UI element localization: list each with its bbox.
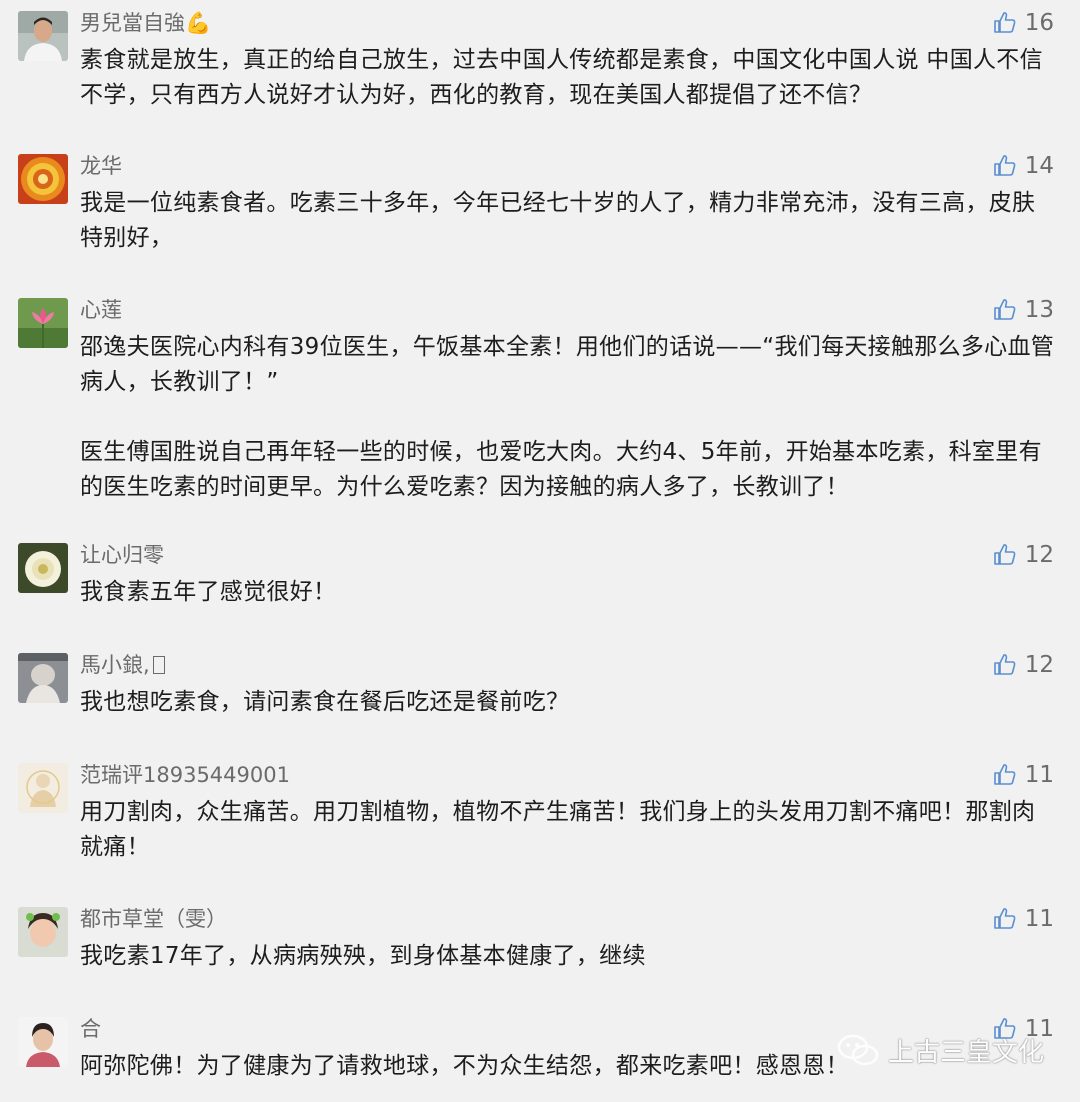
thumbs-up-icon [993,908,1016,929]
avatar-lotus [18,298,68,348]
like-button[interactable]: 11 [993,904,1054,934]
comment-author[interactable]: 心莲 [80,296,122,324]
avatar[interactable] [18,1017,68,1067]
like-button[interactable]: 14 [993,151,1054,181]
avatar-white-flower [18,543,68,593]
comment-text: 我吃素17年了，从病病殃殃，到身体基本健康了，继续 [80,943,646,969]
comment-text: 我也想吃素食，请问素食在餐后吃还是餐前吃？ [80,689,570,715]
comment-text: 素食就是放生，真正的给自己放生，过去中国人传统都是素食，中国文化中国人说 中国人… [80,47,1043,108]
like-button[interactable]: 12 [993,650,1054,680]
like-count: 16 [1024,10,1054,36]
comment-text: 用刀割肉，众生痛苦。用刀割植物，植物不产生痛苦！我们身上的头发用刀割不痛吧！那割… [80,799,1036,860]
like-button[interactable]: 12 [993,540,1054,570]
like-button[interactable]: 16 [993,8,1054,38]
watermark-text: 上古三皇文化 [887,1038,1044,1068]
thumbs-up-icon [993,544,1016,565]
avatar[interactable] [18,298,68,348]
avatar[interactable] [18,543,68,593]
like-count: 11 [1024,906,1054,932]
thumbs-up-icon [993,764,1016,785]
thumbs-up-icon [993,155,1016,176]
like-count: 14 [1024,153,1054,179]
avatar[interactable] [18,11,68,61]
avatar[interactable] [18,154,68,204]
comment-author[interactable]: 馬小鋃, [80,651,165,679]
thumbs-up-icon [993,12,1016,33]
avatar-mandala [18,154,68,204]
avatar[interactable] [18,653,68,703]
like-count: 11 [1024,762,1054,788]
avatar-older-woman [18,1017,68,1067]
avatar-young-man [18,11,68,61]
comment-author[interactable]: 合 [80,1015,101,1043]
comment-author[interactable]: 男兒當自強💪 [80,9,211,37]
comment-paragraph: 医生傅国胜说自己再年轻一些的时候，也爱吃大肉。大约4、5年前，开始基本吃素，科室… [80,439,1042,500]
comment-paragraph: 邵逸夫医院心内科有39位医生，午饭基本全素！用他们的话说——“我们每天接触那么多… [80,334,1055,395]
comment-text: 我食素五年了感觉很好！ [80,579,337,605]
comment-text: 邵逸夫医院心内科有39位医生，午饭基本全素！用他们的话说——“我们每天接触那么多… [80,330,1055,505]
comment-text: 我是一位纯素食者。吃素三十多年，今年已经七十岁的人了，精力非常充沛，没有三高，皮… [80,190,1036,251]
avatar-girl [18,907,68,957]
comment-author[interactable]: 龙华 [80,152,122,180]
avatar-buddha [18,763,68,813]
watermark: 上古三皇文化 [836,1032,1044,1069]
like-count: 12 [1024,652,1054,678]
comment-author[interactable]: 范瑞评18935449001 [80,761,290,789]
comment-author[interactable]: 让心归零 [80,541,164,569]
thumbs-up-icon [993,654,1016,675]
like-count: 13 [1024,297,1054,323]
thumbs-up-icon [993,299,1016,320]
like-button[interactable]: 13 [993,295,1054,325]
avatar[interactable] [18,907,68,957]
avatar[interactable] [18,763,68,813]
comment-author[interactable]: 都市草堂（雯） [80,905,227,933]
like-count: 12 [1024,542,1054,568]
wechat-icon [837,1034,879,1065]
missing-glyph-icon [152,656,165,674]
like-button[interactable]: 11 [993,760,1054,790]
avatar-baby [18,653,68,703]
